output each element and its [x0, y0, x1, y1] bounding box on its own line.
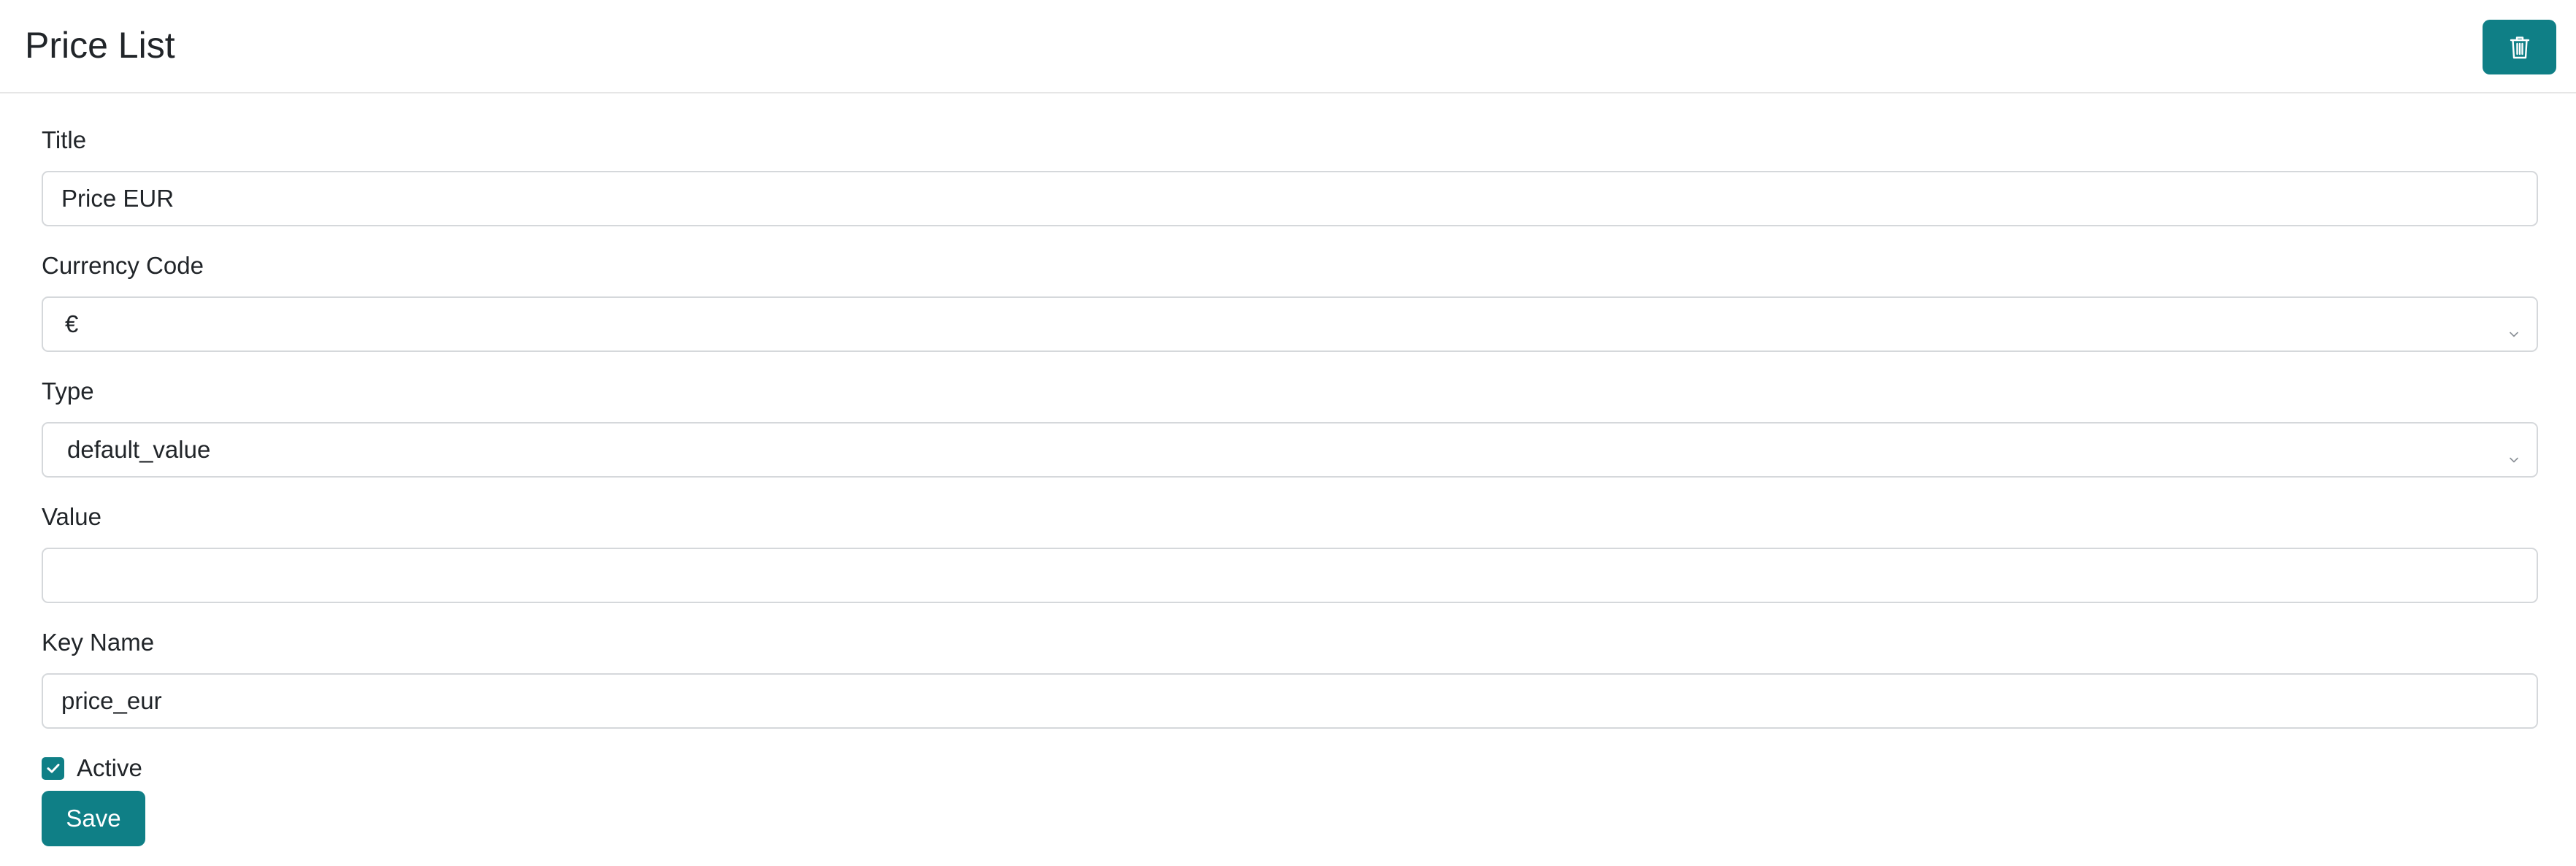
- chevron-down-icon: [2507, 444, 2521, 472]
- value-label: Value: [42, 503, 101, 530]
- chevron-down-icon: [2507, 318, 2521, 346]
- value-input[interactable]: [42, 548, 2538, 603]
- title-input[interactable]: [42, 171, 2538, 226]
- key-name-input[interactable]: [42, 673, 2538, 729]
- active-label[interactable]: Active: [77, 754, 142, 783]
- save-button[interactable]: Save: [42, 791, 145, 846]
- active-checkbox[interactable]: [42, 756, 64, 780]
- delete-button[interactable]: [2483, 20, 2556, 74]
- checkmark-icon: [47, 764, 59, 773]
- title-label: Title: [42, 126, 87, 153]
- type-select[interactable]: default_value: [42, 422, 2538, 478]
- page-title: Price List: [25, 25, 175, 66]
- type-value: default_value: [67, 436, 211, 463]
- type-label: Type: [42, 378, 94, 405]
- key-name-label: Key Name: [42, 629, 155, 656]
- currency-code-select[interactable]: €: [42, 296, 2538, 352]
- active-row: Active: [42, 754, 142, 783]
- currency-code-label: Currency Code: [42, 252, 204, 279]
- trash-icon: [2509, 35, 2531, 60]
- page-header: Price List: [0, 0, 2576, 93]
- currency-code-value: €: [65, 310, 79, 337]
